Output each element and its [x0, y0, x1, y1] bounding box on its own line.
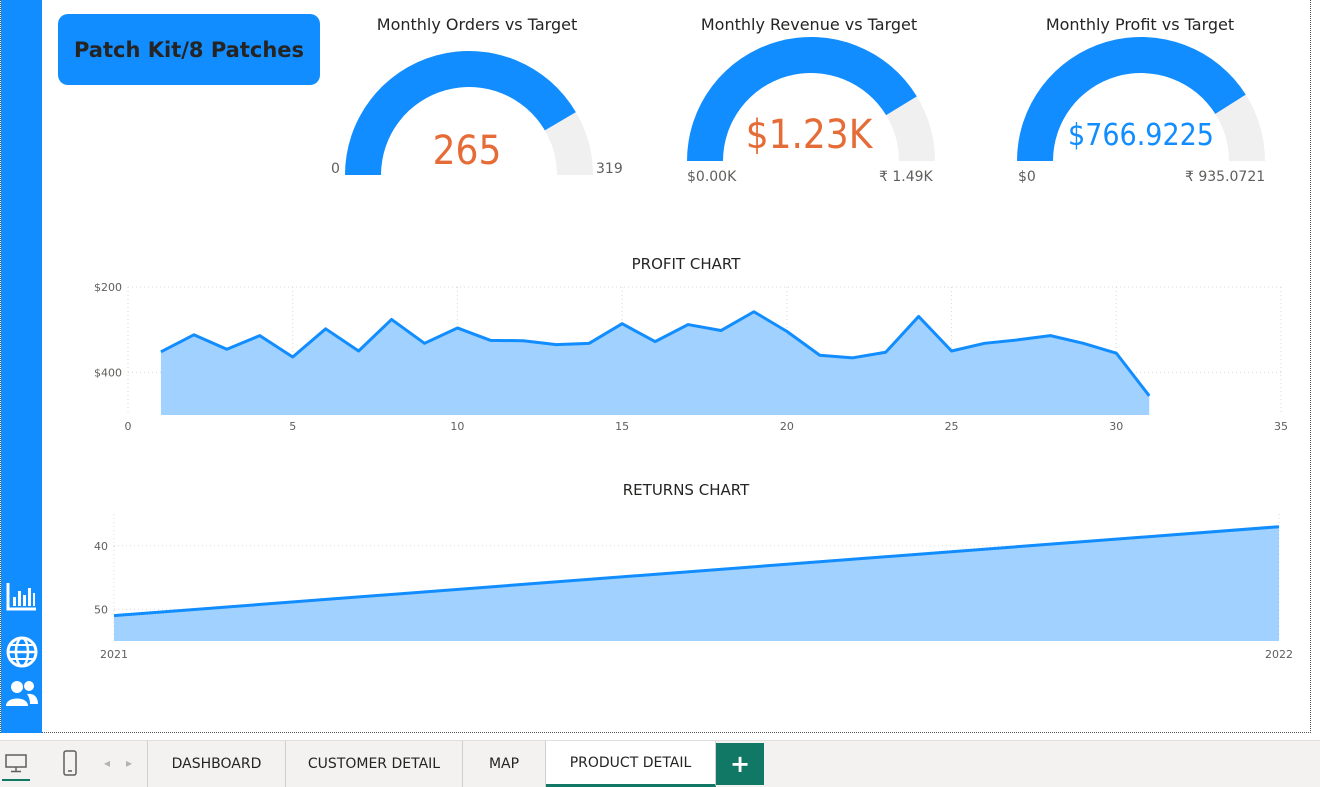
profit-gauge-min: $0 [1018, 169, 1036, 185]
x-tick-label: 35 [1274, 420, 1288, 433]
returns-chart: 40 50 2021 2022 [94, 514, 1293, 661]
revenue-gauge-title: Monthly Revenue vs Target [700, 15, 918, 34]
profit-chart: $200 $400 0 5 10 15 20 25 30 35 [94, 281, 1288, 433]
tab-map[interactable]: MAP [463, 741, 546, 787]
y-tick-label: $400 [94, 366, 122, 379]
y-tick-label: 50 [94, 603, 108, 616]
page-tab-bar: ◂ ▸ DASHBOARD CUSTOMER DETAIL MAP PRODUC… [0, 740, 1320, 787]
x-tick-label: 30 [1109, 420, 1123, 433]
orders-gauge-max: 319 [596, 161, 623, 177]
x-tick-label: 10 [450, 420, 464, 433]
scroll-right-icon[interactable]: ▸ [122, 747, 136, 779]
x-tick-label: 25 [945, 420, 959, 433]
revenue-gauge-value: $1.23K [745, 112, 873, 158]
area-fill [114, 526, 1279, 641]
tab-customer-detail[interactable]: CUSTOMER DETAIL [286, 741, 463, 787]
orders-gauge-title: Monthly Orders vs Target [376, 15, 578, 34]
tab-product-detail[interactable]: PRODUCT DETAIL [546, 741, 716, 787]
orders-gauge-min: 0 [331, 161, 340, 177]
x-tick-label: 20 [780, 420, 794, 433]
users-icon[interactable] [5, 676, 39, 710]
bar-chart-icon[interactable] [5, 579, 39, 613]
mobile-layout-icon[interactable] [58, 747, 82, 779]
profit-gauge-title: Monthly Profit vs Target [1045, 15, 1235, 34]
tab-label: CUSTOMER DETAIL [307, 756, 441, 772]
product-title-card: Patch Kit/8 Patches [58, 14, 320, 85]
returns-chart-title: RETURNS CHART [622, 481, 750, 499]
desktop-layout-icon[interactable] [2, 747, 30, 781]
tab-label: PRODUCT DETAIL [569, 754, 692, 771]
x-tick-label: 15 [615, 420, 629, 433]
x-tick-label: 0 [125, 420, 132, 433]
product-title: Patch Kit/8 Patches [73, 37, 305, 62]
x-tick-label: 2022 [1265, 648, 1293, 661]
x-tick-label: 2021 [100, 648, 128, 661]
profit-gauge-value: $766.9225 [1068, 118, 1214, 153]
profit-chart-title: PROFIT CHART [631, 255, 741, 273]
tab-label: DASHBOARD [171, 756, 262, 772]
scroll-left-icon[interactable]: ◂ [100, 747, 114, 779]
tab-label: MAP [488, 756, 520, 772]
report-canvas: Patch Kit/8 Patches Monthly Orders vs Ta… [0, 0, 1311, 733]
revenue-gauge-max: ₹ 1.49K [879, 169, 933, 185]
add-page-label: + [729, 750, 751, 778]
tab-dashboard[interactable]: DASHBOARD [148, 741, 286, 787]
navigation-sidebar [1, 0, 42, 733]
x-tick-label: 5 [289, 420, 296, 433]
revenue-gauge-min: $0.00K [687, 169, 737, 185]
y-tick-label: 40 [94, 540, 108, 553]
globe-icon[interactable] [5, 635, 39, 669]
y-tick-label: $200 [94, 281, 122, 294]
area-fill [160, 311, 1150, 415]
orders-gauge-value: 265 [432, 128, 502, 174]
add-page-button[interactable]: + [716, 743, 764, 785]
profit-gauge-max: ₹ 935.0721 [1185, 169, 1266, 185]
